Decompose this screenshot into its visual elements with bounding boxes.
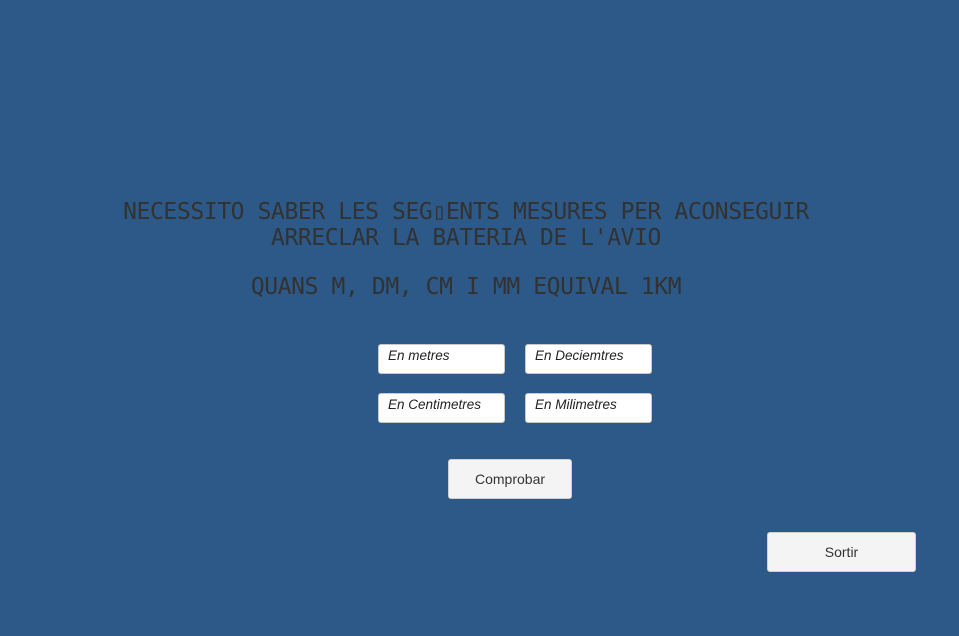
milimetres-field[interactable] (525, 393, 652, 423)
question-text: QUANS M, DM, CM I MM EQUIVAL 1KM (250, 274, 682, 300)
instruction-line-2: ARRECLAR LA BATERIA DE L'AVIO (271, 225, 661, 251)
metres-input[interactable] (379, 345, 504, 373)
exit-button[interactable]: Sortir (767, 532, 916, 572)
decimetres-field[interactable] (525, 344, 652, 374)
centimetres-input[interactable] (379, 394, 504, 422)
check-button[interactable]: Comprobar (448, 459, 572, 499)
instruction-text: NECESSITO SABER LES SEG▯ENTS MESURES PER… (0, 199, 932, 251)
centimetres-field[interactable] (378, 393, 505, 423)
milimetres-input[interactable] (526, 394, 651, 422)
decimetres-input[interactable] (526, 345, 651, 373)
metres-field[interactable] (378, 344, 505, 374)
instruction-line-1: NECESSITO SABER LES SEG▯ENTS MESURES PER… (123, 199, 809, 225)
